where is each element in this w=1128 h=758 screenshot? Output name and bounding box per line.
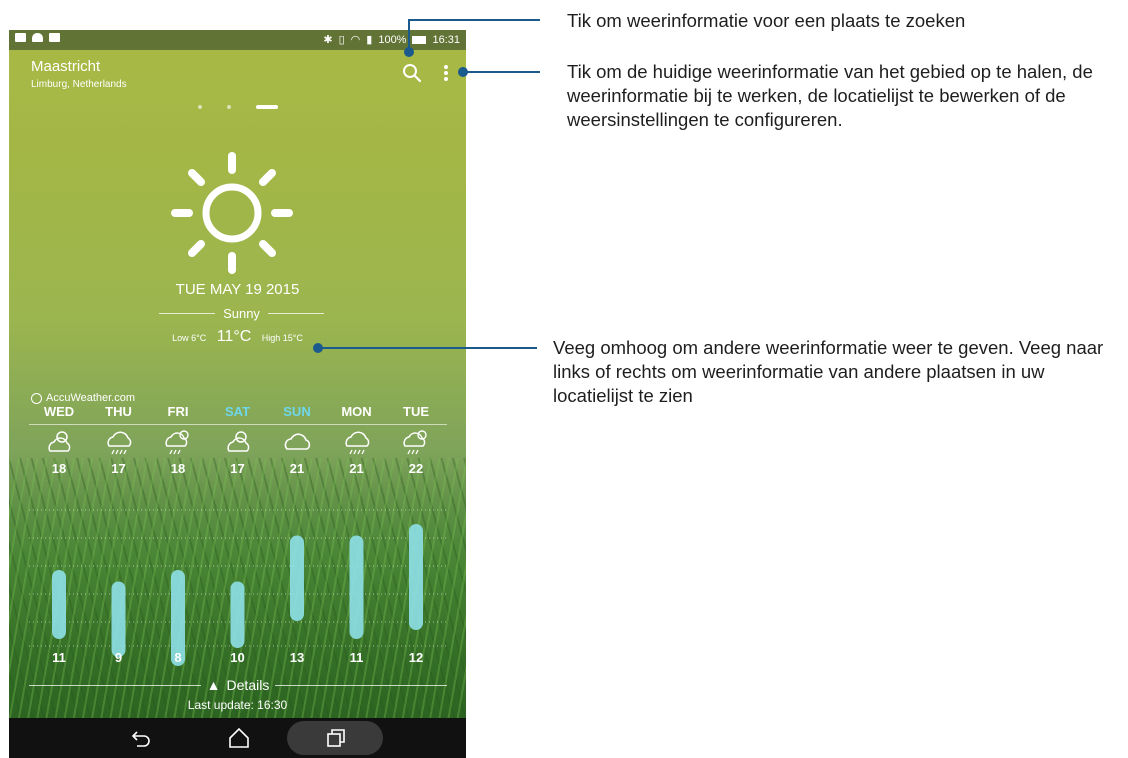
callout-menu: Tik om de huidige weerinformatie van het… [567, 61, 1093, 130]
callout-swipe: Veeg omhoog om andere weerinformatie wee… [553, 337, 1104, 406]
callout-search: Tik om weerinformatie voor een plaats te… [567, 10, 966, 31]
